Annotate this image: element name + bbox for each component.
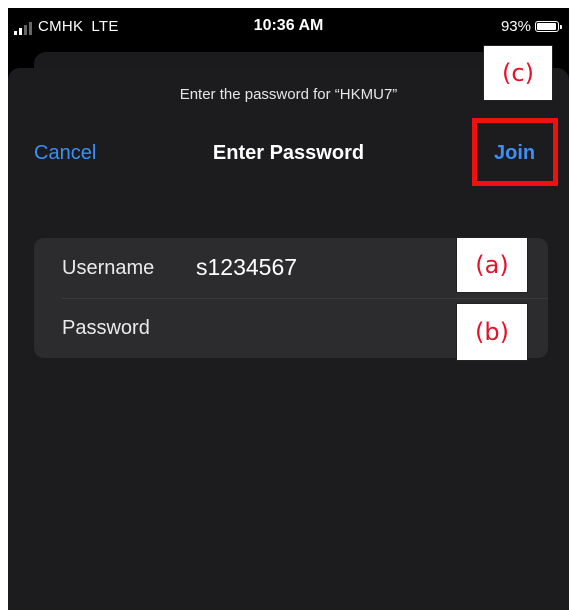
annotation-b: (b) [456,303,528,361]
cancel-button[interactable]: Cancel [34,142,96,165]
username-label: Username [62,257,155,279]
battery-status: 93% [500,18,562,35]
status-bar: CMHK LTE 10:36 AM 93% [8,8,569,46]
battery-icon [535,21,562,32]
password-field[interactable] [196,314,446,341]
battery-percent: 93% [500,18,531,35]
join-highlight-box [472,118,558,186]
status-time: 10:36 AM [253,17,324,34]
password-label: Password [62,317,150,339]
annotation-c: (c) [483,45,553,101]
annotation-a: (a) [456,237,528,293]
username-field[interactable]: s1234567 [196,254,297,281]
